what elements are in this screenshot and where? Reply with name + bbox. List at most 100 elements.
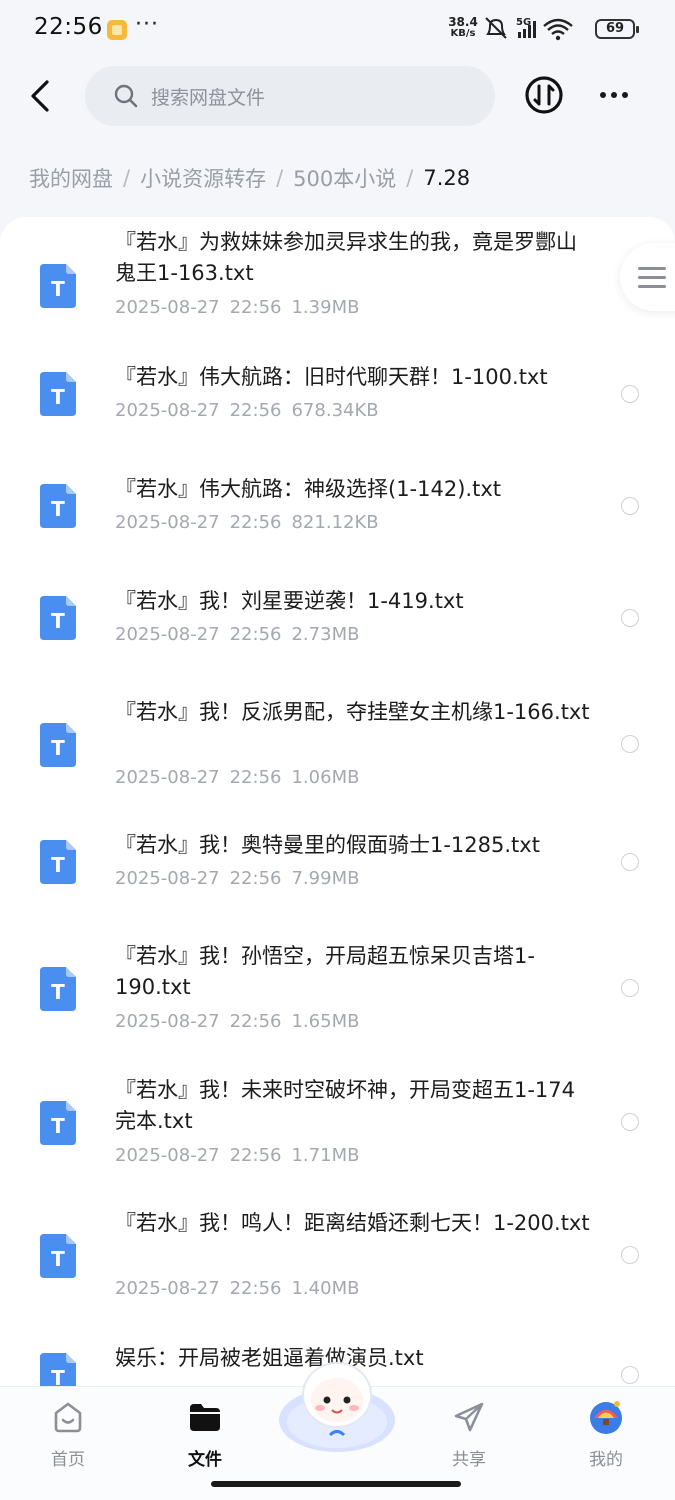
status-time: 22:56: [34, 14, 103, 40]
home-icon: [54, 1402, 82, 1433]
breadcrumb-item-my-drive[interactable]: 我的网盘: [29, 163, 113, 193]
txt-file-icon: T: [40, 596, 76, 640]
select-radio[interactable]: [621, 853, 639, 871]
status-more-indicator: ···: [135, 12, 159, 37]
select-radio[interactable]: [621, 385, 639, 403]
file-size: 1.71MB: [291, 1145, 360, 1166]
txt-file-icon: T: [40, 1234, 76, 1278]
file-size: 7.99MB: [291, 868, 360, 889]
mascot-assistant-button[interactable]: [272, 1350, 402, 1460]
file-meta: 2025-08-27 22:56 2.73MB: [115, 624, 359, 645]
svg-text:T: T: [51, 1247, 65, 1271]
svg-text:T: T: [51, 497, 65, 521]
file-meta: 2025-08-27 22:56 678.34KB: [115, 400, 379, 421]
file-time: 22:56: [229, 868, 282, 889]
file-date: 2025-08-27: [115, 868, 220, 889]
txt-file-icon: T: [40, 264, 76, 308]
transfer-button[interactable]: [524, 75, 564, 115]
nav-files[interactable]: 文件: [160, 1395, 250, 1470]
nav-share-label: 共享: [452, 1450, 486, 1470]
file-row[interactable]: T 『若水』我！奥特曼里的假面骑士1-1285.txt 2025-08-27 22…: [0, 830, 675, 900]
avatar: [590, 1401, 622, 1434]
search-placeholder: 搜索网盘文件: [151, 86, 266, 109]
file-row[interactable]: T 『若水』我！刘星要逆袭！1-419.txt 2025-08-27 22:56 2…: [0, 586, 675, 656]
svg-text:T: T: [51, 1114, 65, 1138]
txt-file-icon: T: [40, 484, 76, 528]
breadcrumb-item-500-novels[interactable]: 500本小说: [293, 163, 396, 193]
file-meta: 2025-08-27 22:56 1.39MB: [115, 297, 359, 318]
file-name: 『若水』我！奥特曼里的假面骑士1-1285.txt: [115, 833, 540, 857]
select-radio[interactable]: [621, 1246, 639, 1264]
search-input[interactable]: 搜索网盘文件: [85, 66, 495, 126]
file-size: 1.06MB: [291, 767, 360, 788]
network-speed-unit: KB/s: [450, 28, 476, 39]
menu-icon: [638, 266, 666, 288]
file-name: 『若水』我！孙悟空，开局超五惊呆贝吉塔1-190.txt: [115, 944, 535, 999]
mute-icon: [485, 17, 507, 39]
select-radio[interactable]: [621, 735, 639, 753]
paper-plane-icon: [454, 1402, 484, 1432]
file-name: 『若水』伟大航路：神级选择(1-142).txt: [115, 477, 501, 501]
file-row[interactable]: T 『若水』伟大航路：旧时代聊天群！1-100.txt 2025-08-27 22…: [0, 362, 675, 432]
nav-home[interactable]: 首页: [23, 1395, 113, 1470]
status-bar: 22:56 ··· 38.4 KB/s 5G 69: [0, 0, 675, 58]
status-icons: 5G: [485, 17, 573, 41]
file-date: 2025-08-27: [115, 297, 220, 318]
file-meta: 2025-08-27 22:56 821.12KB: [115, 512, 379, 533]
nav-files-label: 文件: [188, 1450, 222, 1470]
file-date: 2025-08-27: [115, 1011, 220, 1032]
svg-text:T: T: [51, 385, 65, 409]
file-row[interactable]: T 『若水』我！孙悟空，开局超五惊呆贝吉塔1-190.txt 2025-08-2…: [0, 941, 675, 1041]
svg-text:T: T: [51, 853, 65, 877]
file-list: T 『若水』为救妹妹参加灵异求生的我，竟是罗酆山鬼王1-163.txt 2025…: [0, 217, 675, 1387]
nav-share[interactable]: 共享: [424, 1395, 514, 1470]
file-row[interactable]: T 『若水』伟大航路：神级选择(1-142).txt 2025-08-27 22:…: [0, 474, 675, 544]
file-size: 1.39MB: [291, 297, 360, 318]
file-meta: 2025-08-27 22:56 1.40MB: [115, 1278, 359, 1299]
home-indicator[interactable]: [211, 1481, 461, 1487]
more-dot-icon: [622, 92, 628, 98]
breadcrumb-item-novel-transfer[interactable]: 小说资源转存: [140, 163, 266, 193]
file-time: 22:56: [229, 400, 282, 421]
file-row[interactable]: T 『若水』我！鸣人！距离结婚还剩七天！1-200.txt 2025-08-27…: [0, 1208, 675, 1308]
file-time: 22:56: [229, 297, 282, 318]
more-options-button[interactable]: [594, 80, 634, 110]
nav-me-label: 我的: [589, 1450, 623, 1470]
search-icon: [114, 84, 138, 108]
breadcrumb-current: 7.28: [423, 166, 471, 190]
select-radio[interactable]: [621, 1113, 639, 1131]
svg-text:T: T: [51, 277, 65, 301]
file-time: 22:56: [229, 1011, 282, 1032]
txt-file-icon: T: [40, 840, 76, 884]
wifi-icon: [543, 18, 573, 35]
file-time: 22:56: [229, 624, 282, 645]
file-row[interactable]: T 『若水』为救妹妹参加灵异求生的我，竟是罗酆山鬼王1-163.txt 2025…: [0, 227, 675, 327]
network-speed-value: 38.4: [448, 15, 478, 29]
more-dot-icon: [611, 92, 617, 98]
file-date: 2025-08-27: [115, 767, 220, 788]
select-radio[interactable]: [621, 497, 639, 515]
network-speed: 38.4 KB/s: [447, 16, 479, 40]
file-date: 2025-08-27: [115, 1145, 220, 1166]
nav-me[interactable]: 我的: [561, 1395, 651, 1470]
select-radio[interactable]: [621, 609, 639, 627]
file-row[interactable]: T 『若水』我！未来时空破坏神，开局变超五1-174完本.txt 2025-08…: [0, 1075, 675, 1175]
select-radio[interactable]: [621, 979, 639, 997]
breadcrumb: 我的网盘 / 小说资源转存 / 500本小说 / 7.28: [29, 160, 470, 196]
svg-text:T: T: [51, 980, 65, 1004]
file-date: 2025-08-27: [115, 624, 220, 645]
file-meta: 2025-08-27 22:56 7.99MB: [115, 868, 359, 889]
file-size: 1.40MB: [291, 1278, 360, 1299]
file-size: 1.65MB: [291, 1011, 360, 1032]
file-name: 『若水』我！鸣人！距离结婚还剩七天！1-200.txt: [115, 1211, 590, 1235]
file-row[interactable]: T 『若水』我！反派男配，夺挂壁女主机缘1-166.txt 2025-08-27…: [0, 697, 675, 797]
select-radio[interactable]: [621, 1366, 639, 1384]
file-time: 22:56: [229, 1145, 282, 1166]
folder-icon: [190, 1404, 220, 1431]
file-meta: 2025-08-27 22:56 1.06MB: [115, 767, 359, 788]
file-meta: 2025-08-27 22:56 1.65MB: [115, 1011, 359, 1032]
back-button[interactable]: [20, 72, 60, 120]
breadcrumb-separator: /: [276, 166, 284, 190]
svg-text:T: T: [51, 736, 65, 760]
file-name: 『若水』我！未来时空破坏神，开局变超五1-174完本.txt: [115, 1078, 576, 1133]
